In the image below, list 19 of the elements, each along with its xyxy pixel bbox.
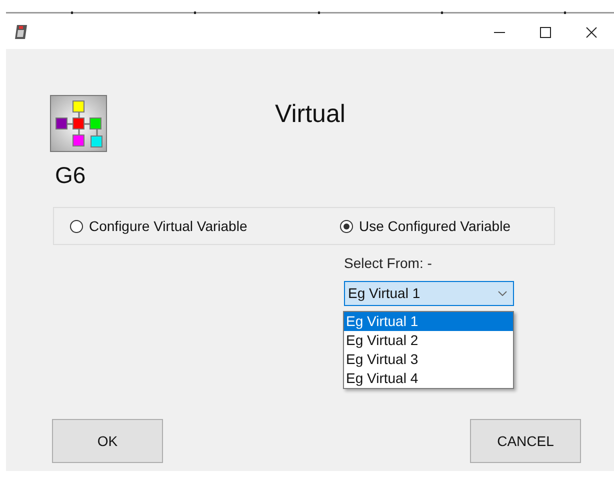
- device-label: G6: [55, 161, 87, 189]
- close-icon: [586, 26, 596, 38]
- radio-button[interactable]: [340, 220, 353, 232]
- variable-dropdown[interactable]: Eg Virtual 1: [344, 281, 514, 306]
- dialog-button[interactable]: CANCEL: [470, 419, 581, 463]
- maximize-icon: [540, 26, 550, 38]
- dialog-title: Virtual: [275, 99, 346, 129]
- network-icon: [50, 95, 107, 152]
- radio-label: Configure Virtual Variable: [89, 216, 248, 236]
- radio-label: Use Configured Variable: [359, 216, 510, 236]
- dropdown-option[interactable]: Eg Virtual 4: [344, 369, 513, 388]
- select-label: Select From: -: [344, 255, 433, 272]
- radio-button[interactable]: [70, 220, 83, 232]
- chevron-icon: [498, 291, 507, 296]
- app-icon: [14, 24, 28, 40]
- dropdown-option[interactable]: Eg Virtual 3: [344, 350, 513, 369]
- dropdown-option[interactable]: Eg Virtual 1: [344, 312, 513, 331]
- dialog-button[interactable]: OK: [52, 419, 163, 463]
- dropdown-option[interactable]: Eg Virtual 2: [344, 331, 513, 350]
